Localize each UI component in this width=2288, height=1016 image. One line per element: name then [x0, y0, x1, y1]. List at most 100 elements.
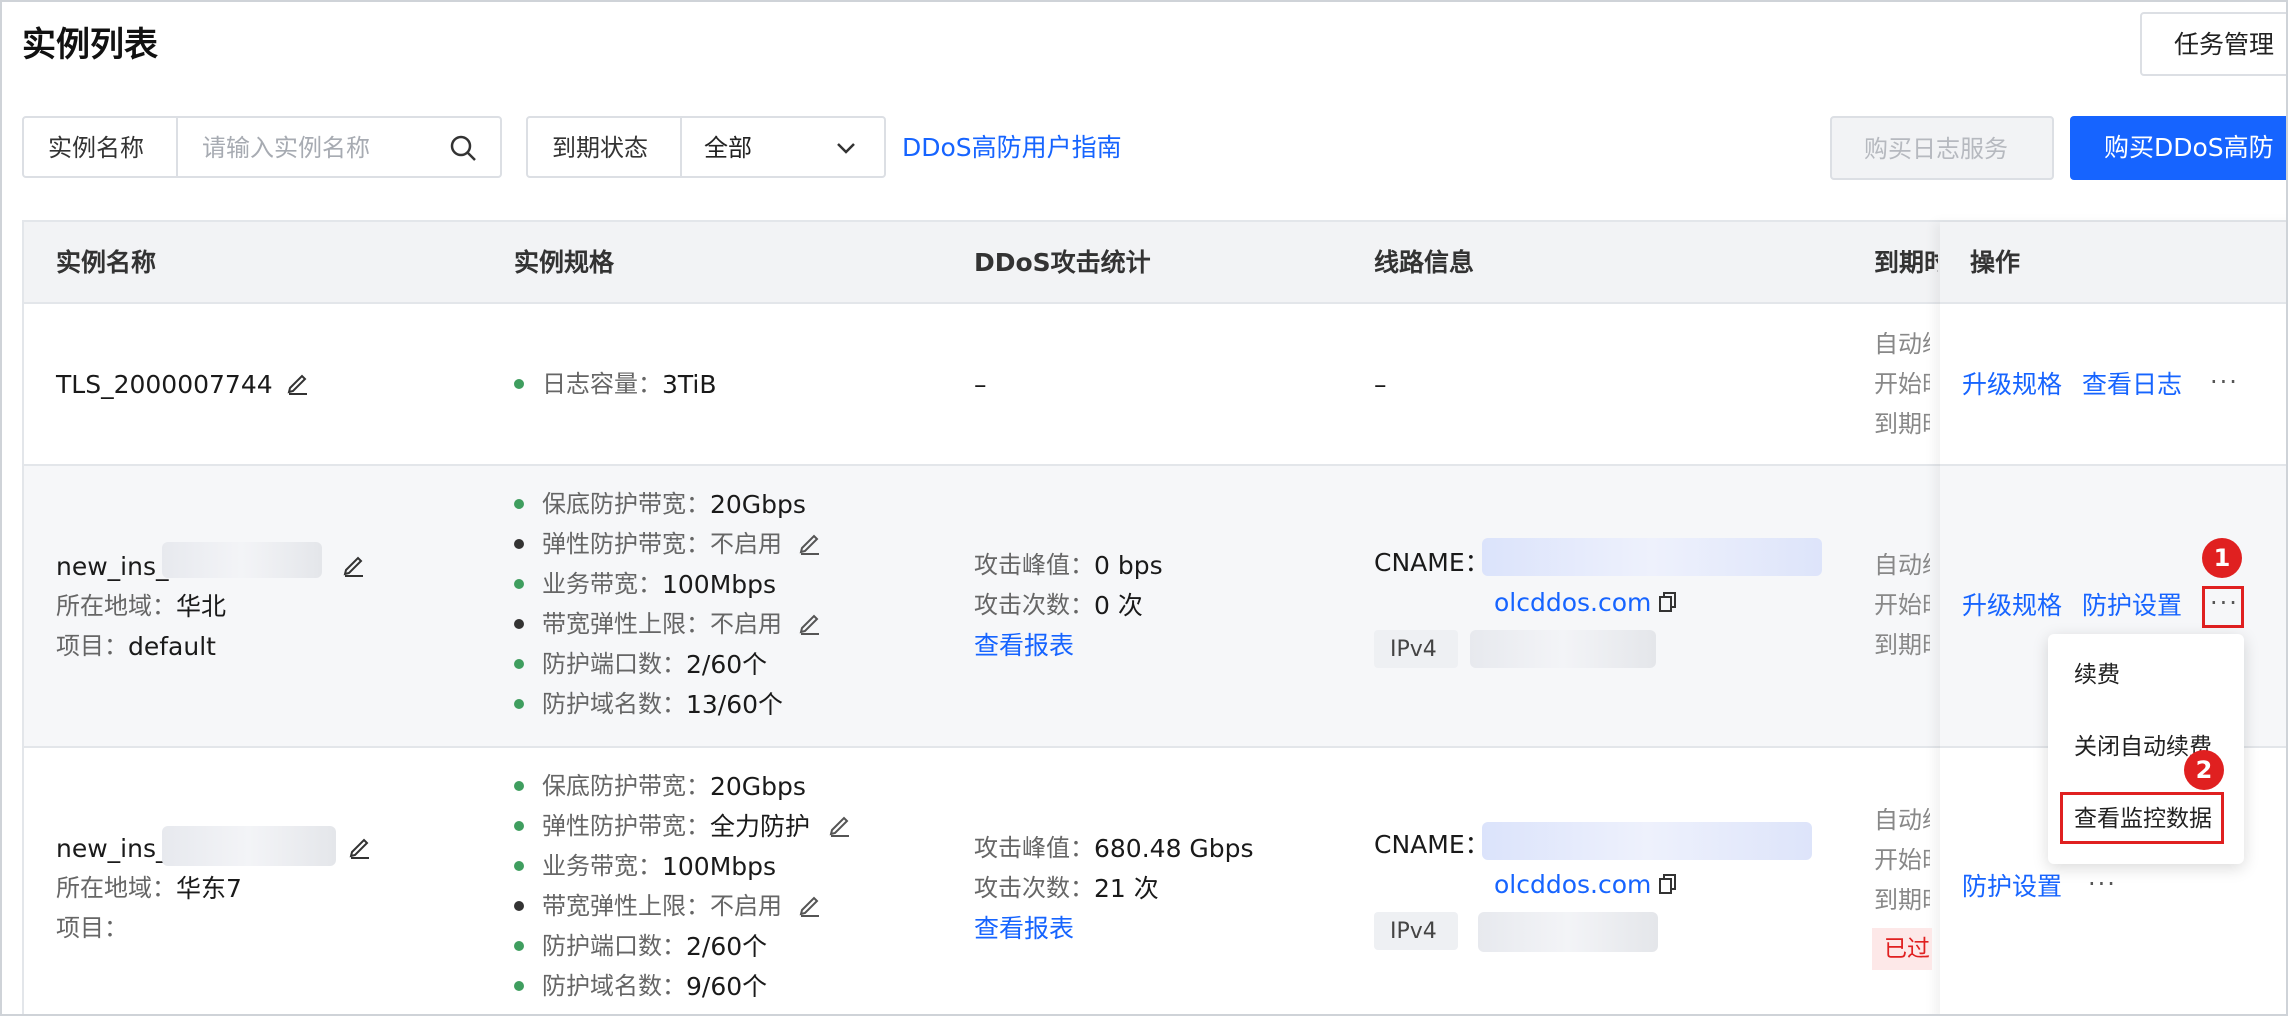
spec-value: 100Mbps: [662, 852, 777, 881]
redacted-cname: [1482, 822, 1812, 860]
edit-icon[interactable]: [286, 370, 310, 396]
edit-icon[interactable]: [348, 834, 372, 860]
view-report-link[interactable]: 查看报表: [974, 916, 1074, 941]
auto-renew-label: 自动续: [1874, 808, 1930, 832]
cname-label: CNAME：: [1374, 830, 1490, 859]
name-filter-label: 实例名称: [48, 134, 144, 162]
spec-value: 2/60个: [686, 650, 768, 679]
buy-ddos-button[interactable]: 购买DDoS高防: [2070, 116, 2286, 180]
copy-icon[interactable]: [1658, 872, 1678, 896]
project-label: 项目：: [56, 914, 128, 942]
edit-icon[interactable]: [798, 530, 822, 556]
edit-icon[interactable]: [342, 552, 366, 578]
project-value: default: [128, 632, 216, 661]
spec-value: 20Gbps: [710, 772, 806, 801]
status-dot: [514, 821, 524, 831]
expire-time-label: 到期时: [1874, 888, 1930, 912]
spec-label: 防护端口数：: [542, 650, 686, 678]
search-icon[interactable]: [448, 133, 478, 163]
page-title: 实例列表: [22, 25, 158, 65]
status-dot: [514, 379, 524, 389]
protection-settings-link[interactable]: 防护设置: [1962, 874, 2062, 899]
highlight-box: [2202, 586, 2244, 628]
highlight-box: [2060, 792, 2224, 844]
filter-divider: [680, 118, 682, 176]
project-label: 项目：: [56, 632, 128, 660]
instance-name: TLS_2000007744: [56, 370, 273, 399]
col-header-spec: 实例规格: [514, 248, 615, 277]
more-actions-button[interactable]: ···: [2210, 370, 2239, 394]
cname-domain: olcddos.com: [1494, 588, 1652, 617]
step-badge: 1: [2202, 538, 2242, 578]
col-header-name: 实例名称: [56, 248, 157, 277]
start-time-label: 开始时: [1874, 593, 1930, 617]
attack-count-value: 21 次: [1094, 874, 1159, 903]
filter-divider: [176, 118, 178, 176]
copy-icon[interactable]: [1658, 590, 1678, 614]
redacted-name: [162, 826, 336, 866]
attack-count-label: 攻击次数：: [974, 591, 1094, 619]
spec-label: 带宽弹性上限：: [542, 892, 710, 920]
edit-icon[interactable]: [828, 812, 852, 838]
attack-peak-label: 攻击峰值：: [974, 551, 1094, 579]
attack-peak-value: 680.48 Gbps: [1094, 834, 1254, 863]
view-logs-link[interactable]: 查看日志: [2082, 372, 2182, 397]
redacted-ip: [1470, 630, 1656, 668]
spec-value: 2/60个: [686, 932, 768, 961]
cname-label: CNAME：: [1374, 548, 1490, 577]
chevron-down-icon[interactable]: [834, 138, 858, 158]
edit-icon[interactable]: [798, 610, 822, 636]
expired-status-badge: 已过: [1872, 928, 1932, 970]
status-dot: [514, 699, 524, 709]
status-dot: [514, 981, 524, 991]
name-search-input[interactable]: 请输入实例名称: [202, 136, 370, 160]
attack-peak-value: 0 bps: [1094, 551, 1163, 580]
menu-item-renew[interactable]: 续费: [2074, 664, 2120, 687]
spec-label: 带宽弹性上限：: [542, 610, 710, 638]
upgrade-spec-link[interactable]: 升级规格: [1962, 593, 2062, 618]
spec-label: 弹性防护带宽：: [542, 812, 710, 840]
spec-value: 13/60个: [686, 690, 784, 719]
auto-renew-label: 自动续: [1874, 553, 1930, 577]
instance-name: new_ins_: [56, 552, 169, 581]
spec-value: 不启用: [710, 610, 782, 638]
ddos-guide-link[interactable]: DDoS高防用户指南: [902, 135, 1122, 160]
app-frame: 实例列表 任务管理 实例名称 请输入实例名称 到期状态 全部 DDoS高防用户指…: [0, 0, 2288, 1016]
spec-label: 防护端口数：: [542, 932, 686, 960]
status-dot: [514, 781, 524, 791]
spec-label: 业务带宽：: [542, 852, 662, 880]
region-label: 所在地域：: [56, 592, 176, 620]
spec-value: 不启用: [710, 892, 782, 920]
col-header-line: 线路信息: [1374, 248, 1475, 277]
spec-label: 弹性防护带宽：: [542, 530, 710, 558]
col-header-ops: 操作: [1970, 248, 2021, 277]
status-dot: [514, 941, 524, 951]
expire-filter: 到期状态 全部: [526, 116, 886, 178]
protection-settings-link[interactable]: 防护设置: [2082, 593, 2182, 618]
redacted-ip: [1478, 912, 1658, 952]
line-empty: –: [1374, 370, 1387, 399]
attack-count-value: 0 次: [1094, 591, 1143, 620]
attack-peak-label: 攻击峰值：: [974, 834, 1094, 862]
spec-value: 100Mbps: [662, 570, 777, 599]
expire-select[interactable]: 全部: [704, 136, 752, 160]
redacted-name: [162, 542, 322, 578]
view-report-link[interactable]: 查看报表: [974, 633, 1074, 658]
status-dot: [514, 659, 524, 669]
expire-filter-label: 到期状态: [552, 134, 648, 162]
task-manage-button[interactable]: 任务管理: [2140, 12, 2286, 76]
attack-count-label: 攻击次数：: [974, 874, 1094, 902]
status-dot: [514, 861, 524, 871]
region-label: 所在地域：: [56, 874, 176, 902]
upgrade-spec-link[interactable]: 升级规格: [1962, 372, 2062, 397]
name-filter: 实例名称 请输入实例名称: [22, 116, 502, 178]
edit-icon[interactable]: [798, 892, 822, 918]
expire-time-label: 到期时: [1874, 412, 1930, 436]
spec-label: 保底防护带宽：: [542, 490, 710, 518]
more-actions-button[interactable]: ···: [2088, 872, 2117, 896]
start-time-label: 开始时: [1874, 848, 1930, 872]
spec-value: 全力防护: [710, 812, 811, 841]
buy-log-service-button[interactable]: 购买日志服务: [1830, 116, 2054, 180]
spec-value: 20Gbps: [710, 490, 806, 519]
col-header-expire: 到期时: [1874, 250, 1938, 275]
